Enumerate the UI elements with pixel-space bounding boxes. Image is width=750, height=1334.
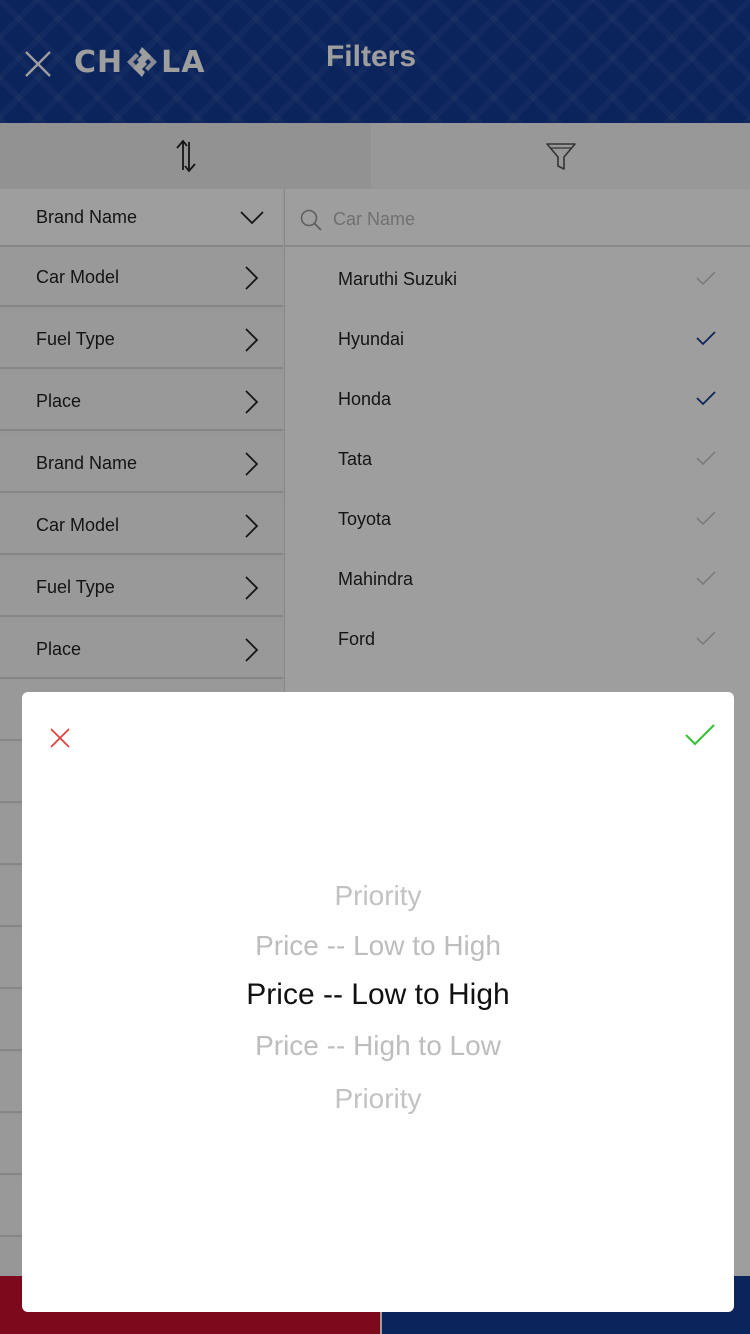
picker-option-selected[interactable]: Price -- Low to High bbox=[22, 978, 734, 1012]
check-icon[interactable] bbox=[684, 722, 716, 748]
picker-option[interactable]: Priority bbox=[22, 880, 734, 912]
close-icon[interactable] bbox=[48, 726, 72, 750]
picker-option[interactable]: Price -- High to Low bbox=[22, 1030, 734, 1062]
sort-picker-modal: Priority Price -- Low to High Price -- L… bbox=[22, 692, 734, 1312]
picker-option[interactable]: Price -- Low to High bbox=[22, 930, 734, 962]
picker-option[interactable]: Priority bbox=[22, 1083, 734, 1115]
